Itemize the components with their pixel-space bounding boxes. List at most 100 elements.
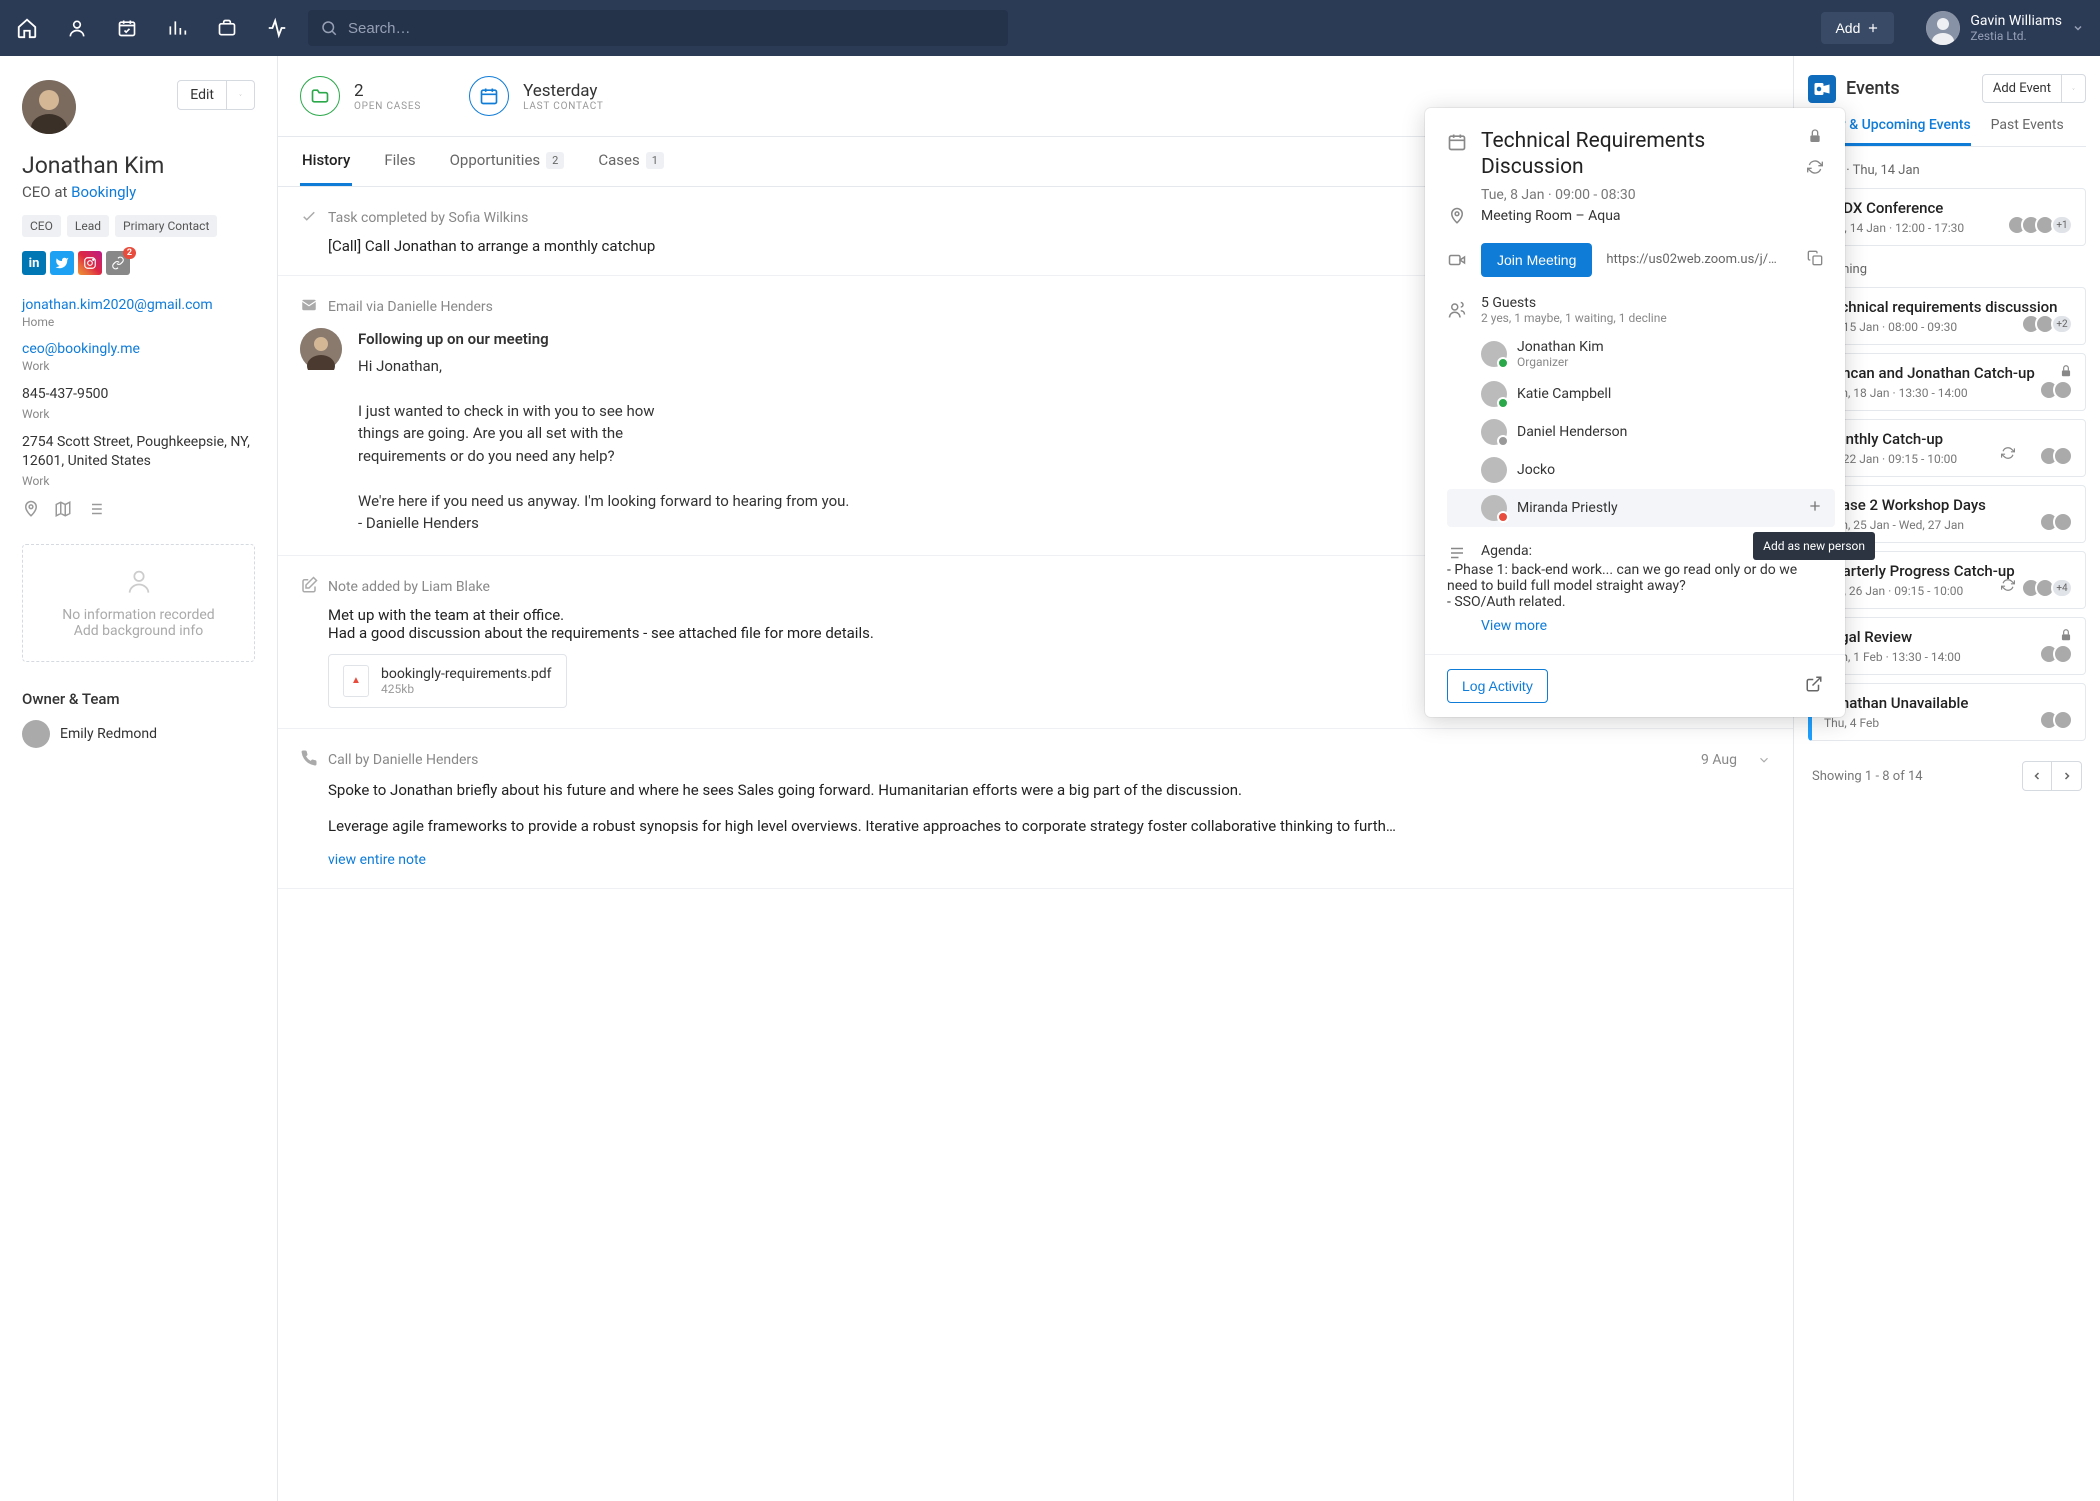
- tab-history[interactable]: History: [300, 137, 352, 186]
- mail-icon: [300, 296, 318, 318]
- view-more-link[interactable]: View more: [1481, 618, 1547, 634]
- tooltip: Add as new person: [1753, 532, 1875, 560]
- note-icon: [300, 576, 318, 598]
- zoom-url[interactable]: https://us02web.zoom.us/j/…: [1606, 252, 1793, 267]
- tag[interactable]: Lead: [67, 215, 109, 237]
- user-avatar: [1926, 11, 1960, 45]
- stat-last-contact[interactable]: YesterdayLAST CONTACT: [469, 76, 604, 116]
- phone: 845-437-9500: [22, 385, 255, 405]
- address: 2754 Scott Street, Poughkeepsie, NY, 126…: [22, 433, 255, 472]
- pager-next[interactable]: [2052, 761, 2082, 791]
- map-icon[interactable]: [54, 500, 72, 522]
- email-personal[interactable]: jonathan.kim2020@gmail.com: [22, 297, 255, 313]
- guest-row-hover[interactable]: Miranda Priestly Add as new person: [1447, 489, 1835, 527]
- external-link-icon[interactable]: [1805, 675, 1823, 697]
- pager-prev[interactable]: [2022, 761, 2052, 791]
- guests-count: 5 Guests: [1481, 295, 1667, 311]
- guest-row: Katie Campbell: [1481, 375, 1823, 413]
- contact-tags: CEO Lead Primary Contact: [22, 215, 255, 237]
- calendar-check-icon[interactable]: [116, 17, 138, 39]
- search-icon: [320, 19, 338, 37]
- feed-item-call: Call by Danielle Henders9 Aug Spoke to J…: [278, 729, 1793, 889]
- home-icon[interactable]: [16, 17, 38, 39]
- add-button[interactable]: Add: [1821, 12, 1894, 44]
- owner-heading: Owner & Team: [22, 690, 255, 708]
- event-card[interactable]: Monthly Catch-upFri, 22 Jan · 09:15 - 10…: [1808, 419, 2086, 477]
- linkedin-icon[interactable]: in: [22, 251, 46, 275]
- bar-chart-icon[interactable]: [166, 17, 188, 39]
- popup-location: Meeting Room – Aqua: [1481, 208, 1621, 224]
- tag[interactable]: CEO: [22, 215, 61, 237]
- guest-row: Daniel Henderson: [1481, 413, 1823, 451]
- background-placeholder[interactable]: No information recorded Add background i…: [22, 544, 255, 662]
- recur-icon: [2001, 578, 2015, 596]
- outlook-icon: [1808, 75, 1836, 103]
- guests-icon: [1447, 301, 1467, 319]
- contact-company-link[interactable]: Bookingly: [71, 183, 136, 201]
- link-badge: 2: [123, 247, 136, 259]
- center-column: 2OPEN CASES YesterdayLAST CONTACT Histor…: [278, 56, 1794, 1501]
- guest-row: Jonathan KimOrganizer: [1481, 333, 1823, 375]
- copy-icon[interactable]: [1807, 250, 1823, 270]
- popup-datetime: Tue, 8 Jan · 09:00 - 08:30: [1481, 187, 1793, 203]
- instagram-icon[interactable]: [78, 251, 102, 275]
- contact-avatar: [22, 80, 76, 134]
- popup-title: Technical Requirements Discussion: [1481, 128, 1793, 181]
- user-company: Zestia Ltd.: [1970, 29, 2062, 43]
- user-menu[interactable]: Gavin Williams Zestia Ltd.: [1926, 11, 2084, 45]
- event-card[interactable]: UXDX Conference Thu, 14 Jan · 12:00 - 17…: [1808, 188, 2086, 246]
- tab-cases[interactable]: Cases1: [596, 137, 666, 186]
- tab-files[interactable]: Files: [382, 137, 417, 186]
- search-box[interactable]: [308, 10, 1008, 46]
- contact-name: Jonathan Kim: [22, 152, 255, 179]
- email-work[interactable]: ceo@bookingly.me: [22, 341, 255, 357]
- event-detail-popup: Technical Requirements Discussion Tue, 8…: [1425, 108, 1845, 717]
- lock-icon: [1807, 128, 1823, 148]
- event-card[interactable]: Technical requirements discussionFri, 15…: [1808, 287, 2086, 345]
- event-card[interactable]: Duncan and Jonathan Catch-upMon, 18 Jan …: [1808, 353, 2086, 411]
- calendar-icon: [1447, 132, 1467, 156]
- sender-avatar: [300, 328, 342, 370]
- events-heading: Events: [1846, 78, 1972, 99]
- pin-icon[interactable]: [22, 500, 40, 522]
- pdf-icon: ▲: [343, 665, 369, 697]
- user-name: Gavin Williams: [1970, 13, 2062, 29]
- location-icon: [1447, 207, 1467, 225]
- event-card[interactable]: Jonathan UnavailableThu, 4 Feb: [1808, 683, 2086, 741]
- add-person-icon[interactable]: Add as new person: [1807, 498, 1823, 518]
- text-icon: [1447, 544, 1467, 562]
- chevron-down-icon[interactable]: [2061, 75, 2085, 102]
- plus-icon: [1866, 21, 1880, 35]
- pager-text: Showing 1 - 8 of 14: [1812, 769, 1923, 784]
- activity-icon[interactable]: [266, 17, 288, 39]
- folder-icon: [300, 76, 340, 116]
- edit-button[interactable]: Edit: [177, 80, 255, 110]
- add-event-button[interactable]: Add Event: [1982, 74, 2086, 103]
- list-icon[interactable]: [86, 500, 104, 522]
- tag[interactable]: Primary Contact: [115, 215, 217, 237]
- tab-opportunities[interactable]: Opportunities2: [448, 137, 567, 186]
- event-card[interactable]: Legal ReviewMon, 1 Feb · 13:30 - 14:00: [1808, 617, 2086, 675]
- tab-past-events[interactable]: Past Events: [1991, 117, 2064, 146]
- view-entire-note[interactable]: view entire note: [328, 852, 1771, 868]
- chevron-down-icon[interactable]: [226, 81, 254, 109]
- owner-avatar: [22, 720, 50, 748]
- briefcase-icon[interactable]: [216, 17, 238, 39]
- person-icon: [125, 567, 153, 595]
- owner-name: Emily Redmond: [60, 726, 157, 742]
- twitter-icon[interactable]: [50, 251, 74, 275]
- recur-icon: [2001, 446, 2015, 464]
- contact-title: CEO at Bookingly: [22, 183, 255, 201]
- attachment[interactable]: ▲ bookingly-requirements.pdf425kb: [328, 654, 567, 708]
- refresh-icon[interactable]: [1807, 163, 1823, 179]
- person-icon[interactable]: [66, 17, 88, 39]
- stat-open-cases[interactable]: 2OPEN CASES: [300, 76, 421, 116]
- guest-row: Jocko: [1481, 451, 1823, 489]
- chevron-down-icon[interactable]: [1757, 753, 1771, 767]
- check-icon: [300, 207, 318, 229]
- event-card[interactable]: Quarterly Progress Catch-upTue, 26 Jan ·…: [1808, 551, 2086, 609]
- log-activity-button[interactable]: Log Activity: [1447, 669, 1548, 703]
- link-icon[interactable]: 2: [106, 251, 130, 275]
- join-meeting-button[interactable]: Join Meeting: [1481, 243, 1592, 277]
- search-input[interactable]: [348, 20, 996, 37]
